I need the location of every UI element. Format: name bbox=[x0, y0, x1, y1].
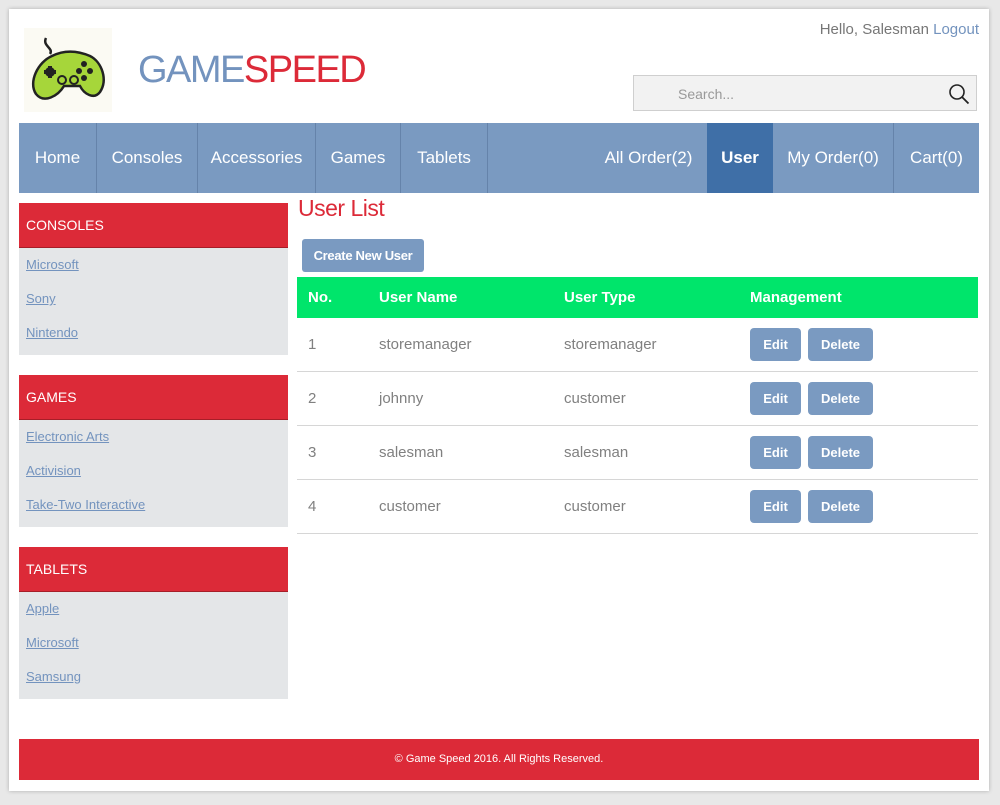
sidebar-section-tablets: TABLETS Apple Microsoft Samsung bbox=[19, 547, 288, 699]
greeting-text: Hello, Salesman bbox=[819, 21, 929, 38]
column-header-no: No. bbox=[308, 289, 333, 306]
sidebar-link[interactable]: Microsoft bbox=[19, 248, 288, 282]
sidebar-heading: CONSOLES bbox=[19, 203, 288, 248]
nav-home[interactable]: Home bbox=[19, 123, 97, 193]
nav-games[interactable]: Games bbox=[316, 123, 401, 193]
sidebar-link[interactable]: Samsung bbox=[19, 660, 288, 694]
sidebar-link[interactable]: Take-Two Interactive bbox=[19, 488, 288, 522]
nav-cart[interactable]: Cart(0) bbox=[894, 123, 979, 193]
delete-button[interactable]: Delete bbox=[808, 382, 873, 415]
footer: © Game Speed 2016. All Rights Reserved. bbox=[19, 739, 979, 780]
row-number: 1 bbox=[308, 336, 317, 353]
gamepad-icon[interactable] bbox=[24, 28, 112, 112]
edit-button[interactable]: Edit bbox=[750, 382, 801, 415]
sidebar-link[interactable]: Electronic Arts bbox=[19, 420, 288, 454]
nav-user[interactable]: User bbox=[707, 123, 773, 193]
nav-accessories[interactable]: Accessories bbox=[198, 123, 316, 193]
brand-logo-text[interactable]: GAMESPEED bbox=[138, 48, 367, 92]
delete-button[interactable]: Delete bbox=[808, 328, 873, 361]
nav-all-order[interactable]: All Order(2) bbox=[590, 123, 707, 193]
table-row: 2 johnny customer Edit Delete bbox=[297, 372, 978, 426]
sidebar-link[interactable]: Nintendo bbox=[19, 316, 288, 350]
logout-link[interactable]: Logout bbox=[933, 21, 979, 38]
brand-part-1: GAME bbox=[138, 49, 245, 91]
brand-part-2: SPEED bbox=[243, 49, 367, 91]
column-header-user-name: User Name bbox=[379, 289, 458, 306]
sidebar-section-games: GAMES Electronic Arts Activision Take-Tw… bbox=[19, 375, 288, 527]
column-header-management: Management bbox=[750, 289, 842, 306]
search-icon[interactable] bbox=[948, 83, 970, 105]
row-user-type: customer bbox=[564, 498, 626, 515]
search-input[interactable] bbox=[676, 85, 940, 103]
row-user-name: storemanager bbox=[379, 336, 472, 353]
row-user-type: customer bbox=[564, 390, 626, 407]
user-table: No. User Name User Type Management 1 sto… bbox=[297, 277, 978, 534]
table-row: 1 storemanager storemanager Edit Delete bbox=[297, 318, 978, 372]
nav-consoles[interactable]: Consoles bbox=[97, 123, 198, 193]
sidebar-link[interactable]: Apple bbox=[19, 592, 288, 626]
page-title: User List bbox=[298, 195, 385, 221]
column-header-user-type: User Type bbox=[564, 289, 636, 306]
delete-button[interactable]: Delete bbox=[808, 490, 873, 523]
nav-my-order[interactable]: My Order(0) bbox=[773, 123, 894, 193]
row-user-name: salesman bbox=[379, 444, 444, 461]
row-user-type: storemanager bbox=[564, 336, 657, 353]
edit-button[interactable]: Edit bbox=[750, 490, 801, 523]
table-row: 3 salesman salesman Edit Delete bbox=[297, 426, 978, 480]
edit-button[interactable]: Edit bbox=[750, 436, 801, 469]
row-user-name: johnny bbox=[379, 390, 424, 407]
main-nav: Home Consoles Accessories Games Tablets … bbox=[19, 123, 979, 193]
sidebar-link[interactable]: Sony bbox=[19, 282, 288, 316]
delete-button[interactable]: Delete bbox=[808, 436, 873, 469]
table-row: 4 customer customer Edit Delete bbox=[297, 480, 978, 534]
table-header: No. User Name User Type Management bbox=[297, 277, 978, 318]
user-greeting: Hello, Salesman Logout bbox=[820, 21, 979, 38]
sidebar-link[interactable]: Microsoft bbox=[19, 626, 288, 660]
sidebar-link[interactable]: Activision bbox=[19, 454, 288, 488]
search-box bbox=[633, 75, 977, 111]
row-user-name: customer bbox=[379, 498, 441, 515]
row-user-type: salesman bbox=[564, 444, 629, 461]
create-new-user-button[interactable]: Create New User bbox=[302, 239, 424, 272]
copyright-text: © Game Speed 2016. All Rights Reserved. bbox=[394, 753, 604, 765]
row-number: 2 bbox=[308, 390, 317, 407]
nav-tablets[interactable]: Tablets bbox=[401, 123, 488, 193]
sidebar-heading: GAMES bbox=[19, 375, 288, 420]
sidebar-heading: TABLETS bbox=[19, 547, 288, 592]
sidebar-section-consoles: CONSOLES Microsoft Sony Nintendo bbox=[19, 203, 288, 355]
edit-button[interactable]: Edit bbox=[750, 328, 801, 361]
row-number: 4 bbox=[308, 498, 317, 515]
row-number: 3 bbox=[308, 444, 317, 461]
